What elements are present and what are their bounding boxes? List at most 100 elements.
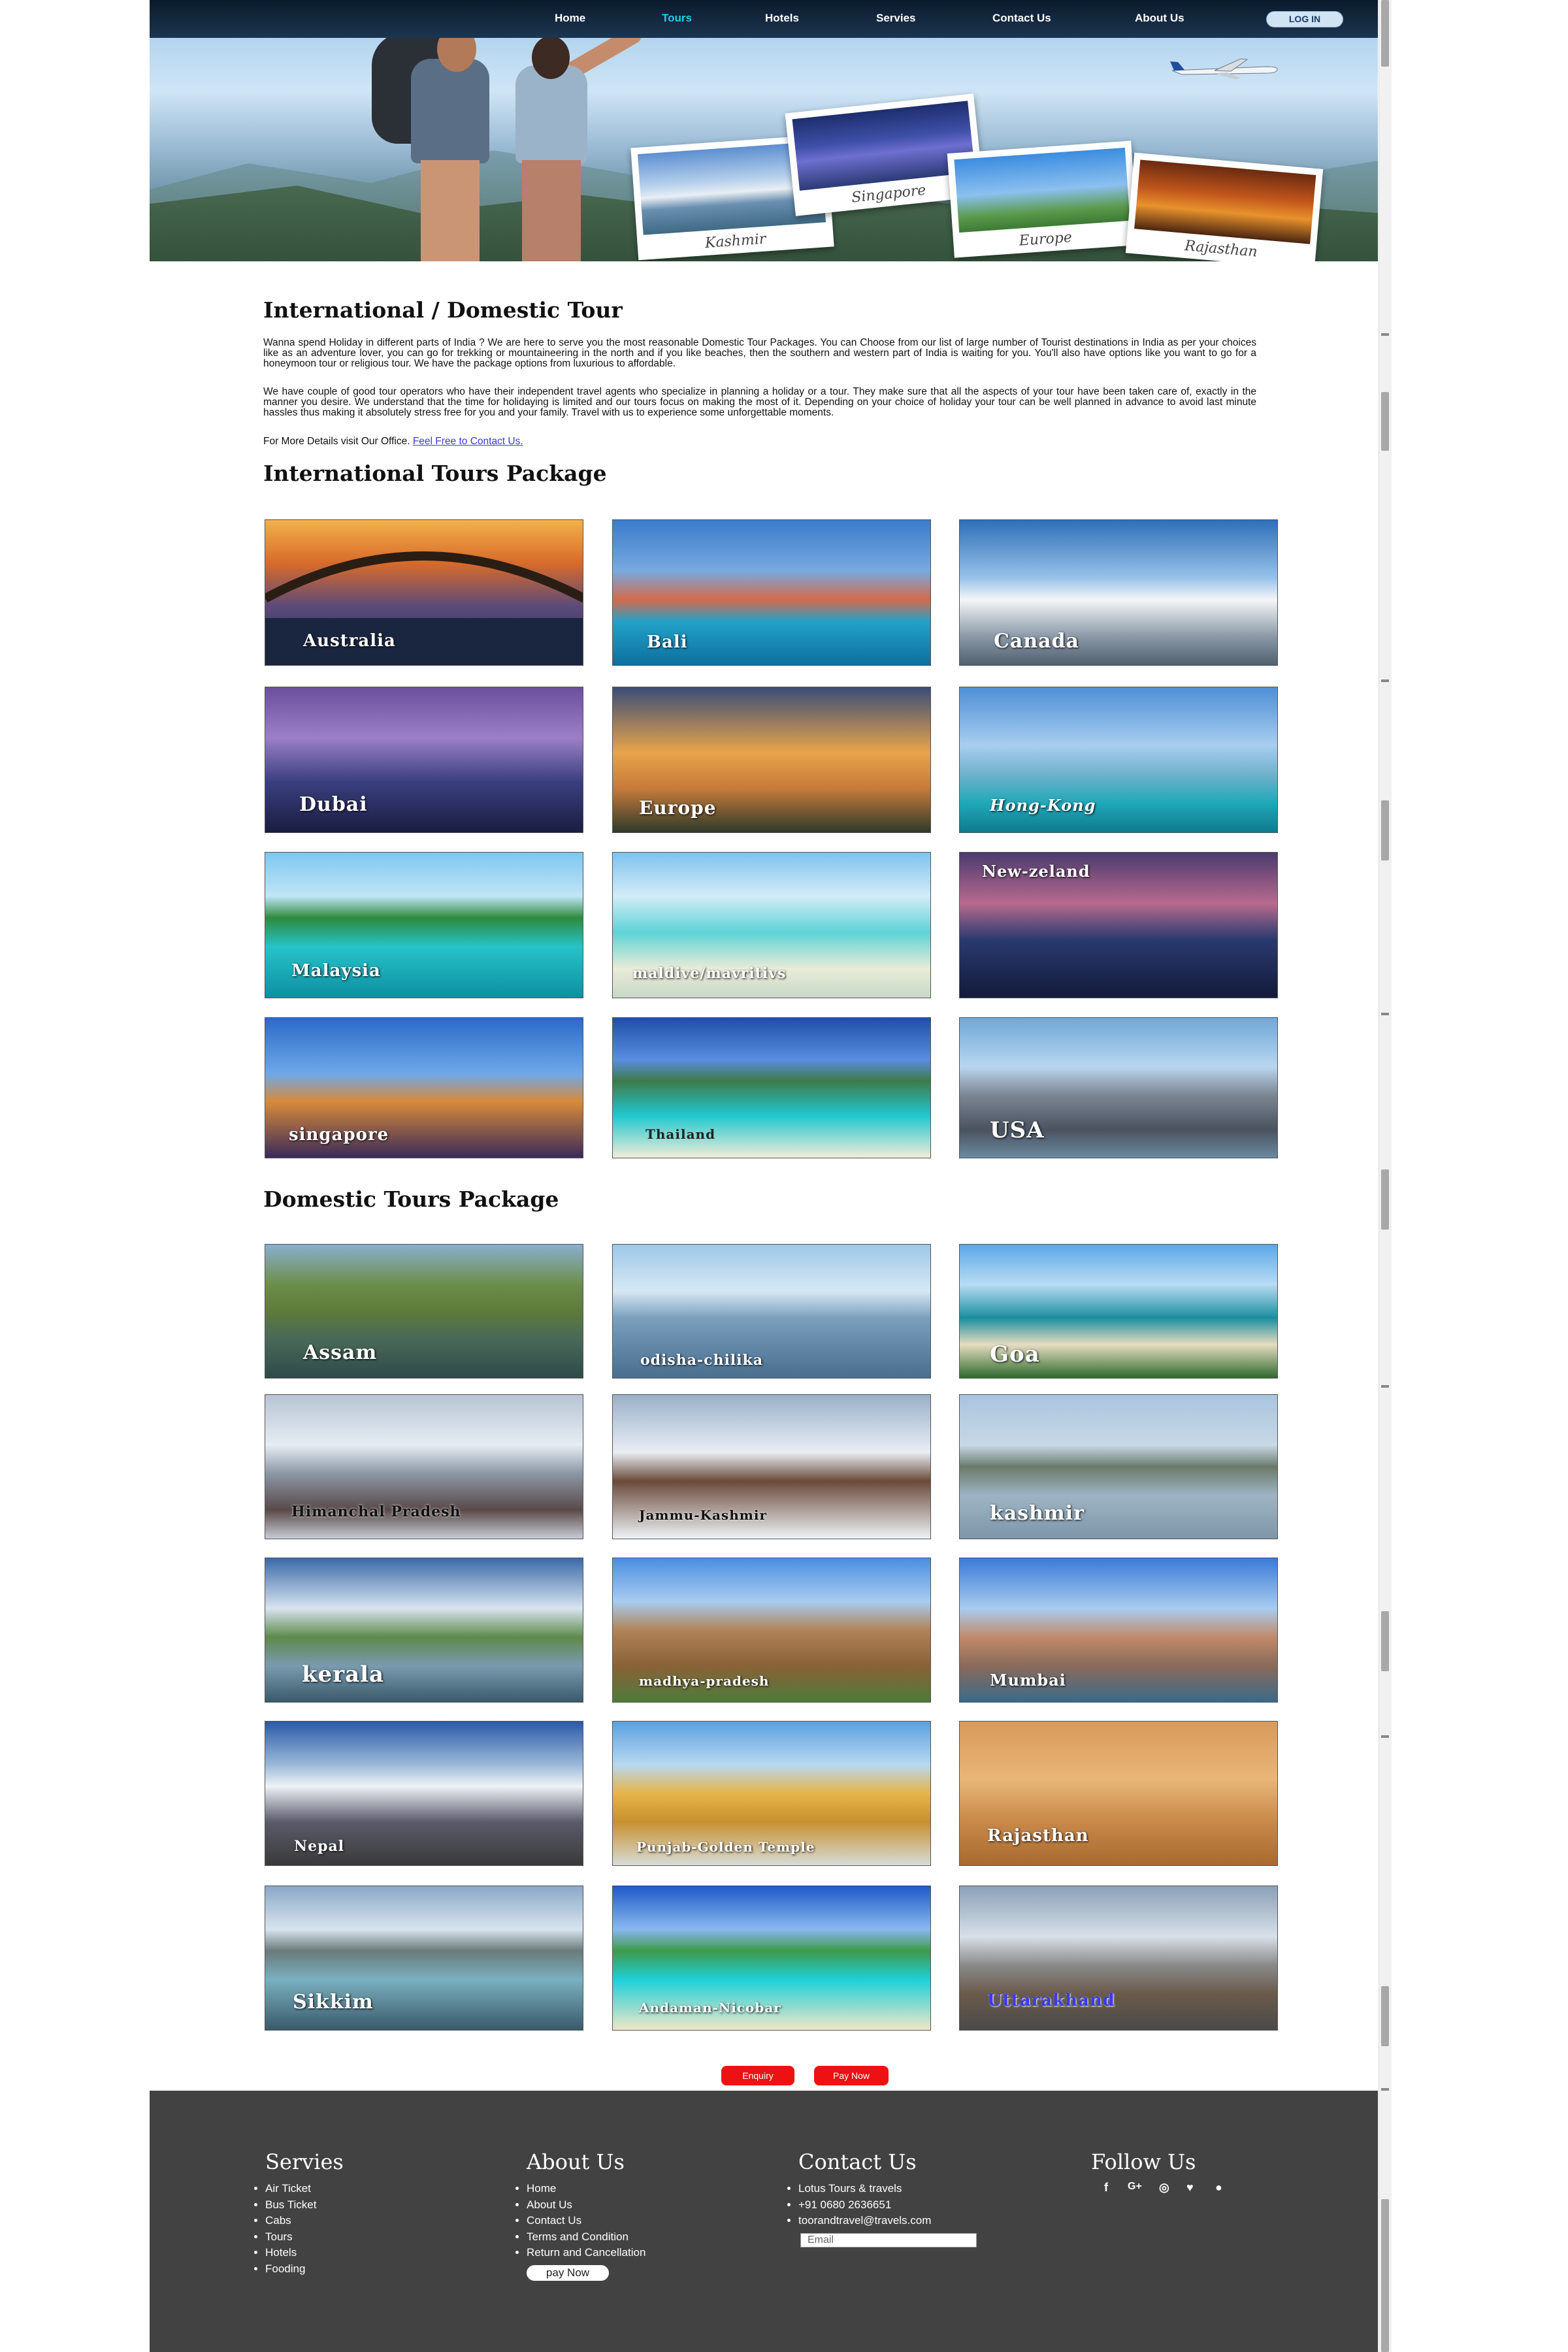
tour-tile-madhya-pradesh[interactable]: madhya-pradesh (612, 1558, 931, 1703)
tour-tile-andaman[interactable]: Andaman-Nicobar (612, 1886, 931, 2031)
scroll-arrow-icon[interactable] (1381, 2088, 1389, 2091)
facebook-icon[interactable]: f (1104, 2181, 1108, 2195)
google-plus-icon[interactable]: G+ (1128, 2181, 1142, 2193)
tile-label: Jammu-Kashmir (639, 1507, 768, 1523)
tile-label: Himanchal Pradesh (291, 1503, 461, 1520)
tile-label: Sikkim (293, 1991, 374, 2014)
tour-tile-goa[interactable]: Goa (959, 1244, 1278, 1379)
tour-tile-bali[interactable]: Bali (612, 519, 931, 666)
footer-link[interactable]: Bus Ticket (265, 2197, 316, 2213)
tile-label: Dubai (299, 793, 368, 816)
footer-link[interactable]: Terms and Condition (527, 2229, 645, 2246)
tile-label: Australia (303, 631, 396, 651)
tile-label: odisha-chilika (640, 1352, 764, 1369)
scrollbar-thumb[interactable] (1381, 800, 1389, 860)
contact-phone: +91 0680 2636651 (798, 2197, 931, 2213)
scrollbar-thumb[interactable] (1381, 392, 1389, 451)
nav-contact[interactable]: Contact Us (992, 12, 1051, 25)
contact-link[interactable]: Feel Free to Contact Us. (413, 436, 523, 447)
tile-label: Andaman-Nicobar (639, 2000, 781, 2016)
footer-pay-now-button[interactable]: pay Now (527, 2265, 609, 2281)
footer-link[interactable]: Tours (265, 2229, 316, 2246)
footer-link[interactable]: Return and Cancellation (527, 2245, 645, 2261)
hero-photo-europe: Europe (947, 140, 1139, 258)
domestic-title: Domestic Tours Package (263, 1186, 559, 1212)
tour-tile-thailand[interactable]: Thailand (612, 1017, 931, 1158)
tour-tile-maldives[interactable]: maldive/mavritivs (612, 852, 931, 998)
international-title: International Tours Package (263, 461, 607, 486)
footer-contact-list: Lotus Tours & travels +91 0680 2636651 t… (798, 2181, 931, 2229)
intro-details: For More Details visit Our Office. Feel … (263, 436, 1256, 447)
tile-label: maldive/mavritivs (632, 965, 787, 982)
tile-label: Malaysia (291, 961, 381, 981)
tile-label: kashmir (990, 1502, 1085, 1525)
tour-tile-australia[interactable]: Australia (265, 519, 583, 666)
tile-label: kerala (302, 1661, 385, 1688)
footer-link[interactable]: Fooding (265, 2261, 316, 2278)
scroll-arrow-icon[interactable] (1381, 1013, 1389, 1015)
traveler-image (421, 160, 480, 261)
scroll-arrow-icon[interactable] (1381, 1735, 1389, 1738)
tour-tile-assam[interactable]: Assam (265, 1244, 583, 1379)
tour-tile-mumbai[interactable]: Mumbai (959, 1558, 1278, 1703)
nav-services[interactable]: Servies (876, 12, 916, 25)
footer-link[interactable]: Hotels (265, 2245, 316, 2261)
instagram-icon[interactable]: ◎ (1159, 2181, 1169, 2195)
enquiry-button[interactable]: Enquiry (721, 2066, 794, 2085)
tour-tile-usa[interactable]: USA (959, 1017, 1278, 1158)
tour-tile-uttarakhand[interactable]: Uttarakhand (959, 1886, 1278, 2031)
pay-now-button[interactable]: Pay Now (814, 2066, 889, 2085)
nav-hotels[interactable]: Hotels (765, 12, 799, 25)
tile-label: Hong-Kong (990, 796, 1096, 815)
tour-tile-new-zealand[interactable]: New-zeland (959, 852, 1278, 998)
footer-link[interactable]: Home (527, 2181, 645, 2197)
tour-tile-kerala[interactable]: kerala (265, 1558, 583, 1703)
scrollbar-thumb[interactable] (1381, 0, 1389, 67)
footer-link[interactable]: About Us (527, 2197, 645, 2213)
tile-label: Uttarakhand (987, 1991, 1115, 2010)
scroll-arrow-icon[interactable] (1381, 679, 1389, 682)
footer-link[interactable]: Air Ticket (265, 2181, 316, 2197)
footer-contact-title: Contact Us (798, 2149, 917, 2174)
nav-home[interactable]: Home (555, 12, 585, 25)
tour-tile-hong-kong[interactable]: Hong-Kong (959, 687, 1278, 833)
nav-about[interactable]: About Us (1135, 12, 1184, 25)
tour-tile-canada[interactable]: Canada (959, 519, 1278, 666)
tour-tile-malaysia[interactable]: Malaysia (265, 852, 583, 998)
scrollbar-thumb[interactable] (1381, 1169, 1389, 1230)
tour-tile-sikkim[interactable]: Sikkim (265, 1886, 583, 2031)
scroll-arrow-icon[interactable] (1381, 333, 1389, 336)
tour-tile-jammu-kashmir[interactable]: Jammu-Kashmir (612, 1394, 931, 1539)
traveler-image (411, 59, 489, 163)
twitter-icon[interactable]: ♥ (1186, 2181, 1194, 2195)
email-input[interactable]: Email (800, 2233, 977, 2247)
tour-tile-singapore[interactable]: singapore (265, 1017, 583, 1158)
contact-email: toorandtravel@travels.com (798, 2213, 931, 2229)
tour-tile-kashmir[interactable]: kashmir (959, 1394, 1278, 1539)
footer-link[interactable]: Cabs (265, 2213, 316, 2229)
pinterest-icon[interactable]: ● (1215, 2181, 1222, 2195)
footer-services-list: Air Ticket Bus Ticket Cabs Tours Hotels … (265, 2181, 316, 2277)
tile-label: Mumbai (990, 1671, 1066, 1690)
tile-label: Punjab-Golden Temple (636, 1839, 815, 1855)
scrollbar-thumb[interactable] (1381, 1611, 1389, 1671)
scrollbar-thumb[interactable] (1381, 2199, 1389, 2352)
tour-tile-dubai[interactable]: Dubai (265, 687, 583, 833)
traveler-image (515, 65, 587, 163)
nav-tours[interactable]: Tours (662, 12, 692, 25)
tour-tile-nepal[interactable]: Nepal (265, 1721, 583, 1866)
tile-label: Nepal (294, 1838, 345, 1855)
tour-tile-odisha[interactable]: odisha-chilika (612, 1244, 931, 1379)
tour-tile-himachal[interactable]: Himanchal Pradesh (265, 1394, 583, 1539)
left-gutter (0, 0, 150, 2352)
scroll-arrow-icon[interactable] (1381, 1385, 1389, 1388)
intro-paragraph-1: Wanna spend Holiday in different parts o… (263, 337, 1256, 369)
footer-follow-title: Follow Us (1091, 2149, 1196, 2174)
login-button[interactable]: LOG IN (1266, 11, 1343, 27)
footer-about-list: Home About Us Contact Us Terms and Condi… (527, 2181, 645, 2261)
tour-tile-rajasthan[interactable]: Rajasthan (959, 1721, 1278, 1866)
footer-link[interactable]: Contact Us (527, 2213, 645, 2229)
tour-tile-europe[interactable]: Europe (612, 687, 931, 833)
tour-tile-punjab[interactable]: Punjab-Golden Temple (612, 1721, 931, 1866)
scrollbar-thumb[interactable] (1381, 1986, 1389, 2046)
